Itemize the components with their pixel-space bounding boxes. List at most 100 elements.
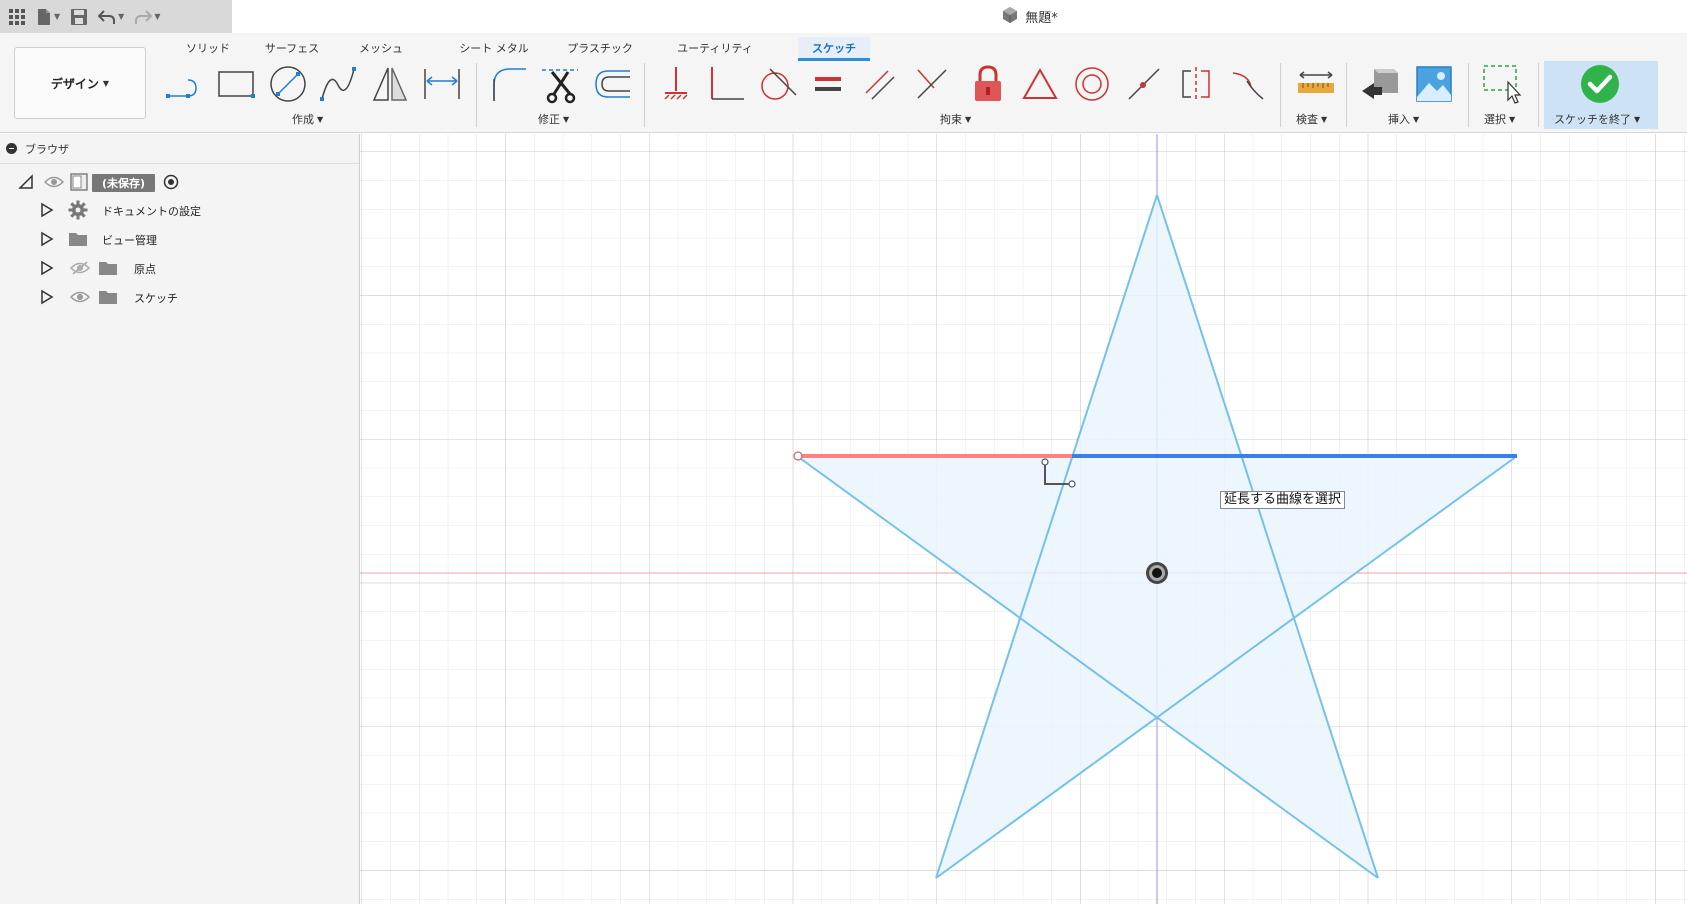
tab-utility[interactable]: ユーティリティ <box>670 37 760 61</box>
folder-icon <box>98 289 118 308</box>
group-divider <box>476 63 477 127</box>
rectangle-tool-button[interactable] <box>214 62 258 106</box>
root-component-label: (未保存) <box>92 174 156 192</box>
sketch-canvas[interactable]: 延長する曲線を選択 <box>360 134 1687 904</box>
symmetry-constraint-button[interactable] <box>1174 62 1218 106</box>
line-icon <box>164 68 204 100</box>
equal-constraint-button[interactable] <box>806 62 850 106</box>
tab-sheet-metal[interactable]: シート メタル <box>448 37 540 61</box>
chevron-down-icon: ▼ <box>1634 114 1641 124</box>
trim-tool-button[interactable] <box>538 62 582 106</box>
tree-item-sketches[interactable]: スケッチ <box>40 287 178 309</box>
constraints-menu-button[interactable]: 拘束 ▼ <box>940 111 971 127</box>
modify-menu-button[interactable]: 修正 ▼ <box>538 111 569 127</box>
perpendicular-icon <box>706 65 746 103</box>
tree-item-label: 原点 <box>134 263 156 276</box>
toolbar-ribbon: デザイン ▼ ソリッド サーフェス メッシュ シート メタル プラスチック ユー… <box>0 33 1687 133</box>
angle-lines-icon <box>914 66 950 102</box>
collinear-icon <box>1125 65 1163 103</box>
measure-tool-button[interactable] <box>1294 62 1338 106</box>
midpoint-constraint-button[interactable] <box>1018 62 1062 106</box>
origin-point-icon[interactable] <box>1146 562 1168 584</box>
concentric-constraint-button[interactable] <box>1070 62 1114 106</box>
document-title-text: 無題* <box>1025 11 1058 26</box>
activate-radio-icon[interactable] <box>163 174 179 193</box>
perpendicular-lines-constraint-button[interactable] <box>910 62 954 106</box>
eye-icon[interactable] <box>43 175 65 192</box>
constraints-group-label: 拘束 <box>940 113 962 126</box>
chevron-down-icon: ▼ <box>118 12 125 21</box>
circle-icon <box>268 65 308 103</box>
collapse-triangle-icon[interactable] <box>18 173 34 193</box>
expand-triangle-icon[interactable] <box>40 202 54 221</box>
equal-icon <box>813 74 843 94</box>
rectangle-icon <box>216 68 256 100</box>
mirror-icon <box>370 65 410 103</box>
tab-surface[interactable]: サーフェス <box>256 37 328 61</box>
chevron-down-icon: ▼ <box>1509 114 1516 124</box>
expand-triangle-icon[interactable] <box>40 289 54 308</box>
fix-constraint-button[interactable] <box>966 62 1010 106</box>
create-menu-button[interactable]: 作成 ▼ <box>292 111 323 127</box>
inspect-group-label: 検査 <box>1296 113 1318 126</box>
finish-group-label: スケッチを終了 <box>1554 113 1631 126</box>
parallel-constraint-button[interactable] <box>858 62 902 106</box>
tab-mesh[interactable]: メッシュ <box>350 37 412 61</box>
tab-sketch[interactable]: スケッチ <box>798 37 870 61</box>
symmetry-icon <box>1177 65 1215 103</box>
parallel-icon <box>862 67 898 101</box>
tree-root-row[interactable]: (未保存) <box>18 172 179 194</box>
save-button[interactable] <box>70 5 88 29</box>
insert-derive-button[interactable] <box>1358 62 1402 106</box>
select-menu-button[interactable]: 選択 ▼ <box>1484 111 1515 127</box>
expand-triangle-icon[interactable] <box>40 231 54 250</box>
workspace-label: デザイン <box>50 76 99 91</box>
line-tool-button[interactable] <box>162 62 206 106</box>
curvature-constraint-button[interactable] <box>1226 62 1270 106</box>
expand-triangle-icon[interactable] <box>40 260 54 279</box>
finish-sketch-menu-button[interactable]: スケッチを終了 ▼ <box>1554 111 1640 127</box>
workspace-switcher-button[interactable]: デザイン ▼ <box>14 47 146 119</box>
insert-menu-button[interactable]: 挿入 ▼ <box>1388 111 1419 127</box>
tab-plastic[interactable]: プラスチック <box>558 37 642 61</box>
tangent-constraint-button[interactable] <box>756 62 800 106</box>
chevron-down-icon: ▼ <box>317 114 324 124</box>
chevron-down-icon: ▼ <box>154 12 161 21</box>
offset-icon <box>592 67 632 101</box>
hidden-eye-icon[interactable] <box>69 260 91 278</box>
coincident-constraint-button[interactable] <box>654 62 698 106</box>
browser-header[interactable]: ブラウザ <box>0 134 359 164</box>
sketch-viewport[interactable] <box>360 134 1687 904</box>
collinear-constraint-button[interactable] <box>1122 62 1166 106</box>
spline-tool-button[interactable] <box>316 62 360 106</box>
lock-icon <box>972 65 1004 103</box>
file-menu-button[interactable]: ▼ <box>36 5 60 29</box>
eye-icon[interactable] <box>69 290 91 307</box>
select-group-label: 選択 <box>1484 113 1506 126</box>
group-divider <box>1538 63 1539 127</box>
mirror-tool-button[interactable] <box>368 62 412 106</box>
offset-tool-button[interactable] <box>590 62 634 106</box>
selection-box-icon <box>1482 64 1522 104</box>
document-title: 無題* <box>1001 6 1058 28</box>
undo-button[interactable]: ▼ <box>98 5 124 29</box>
redo-button[interactable]: ▼ <box>134 5 160 29</box>
tree-item-origin[interactable]: 原点 <box>40 258 156 280</box>
finish-sketch-button[interactable] <box>1578 62 1622 106</box>
window-select-button[interactable] <box>1480 62 1524 106</box>
ruler-icon <box>1296 69 1336 99</box>
perpendicular-constraint-button[interactable] <box>704 62 748 106</box>
inspect-menu-button[interactable]: 検査 ▼ <box>1296 111 1327 127</box>
tree-item-label: スケッチ <box>134 292 178 305</box>
fillet-tool-button[interactable] <box>486 62 530 106</box>
insert-canvas-button[interactable] <box>1412 62 1456 106</box>
dimension-icon <box>422 65 462 103</box>
dimension-tool-button[interactable] <box>420 62 464 106</box>
tree-item-named-views[interactable]: ビュー管理 <box>40 229 157 251</box>
tab-solid[interactable]: ソリッド <box>172 37 244 61</box>
tree-item-document-settings[interactable]: ドキュメントの設定 <box>40 200 201 222</box>
grid-icon[interactable] <box>8 5 26 29</box>
circle-tool-button[interactable] <box>266 62 310 106</box>
collapse-icon[interactable] <box>6 143 17 154</box>
group-divider <box>1280 63 1281 127</box>
